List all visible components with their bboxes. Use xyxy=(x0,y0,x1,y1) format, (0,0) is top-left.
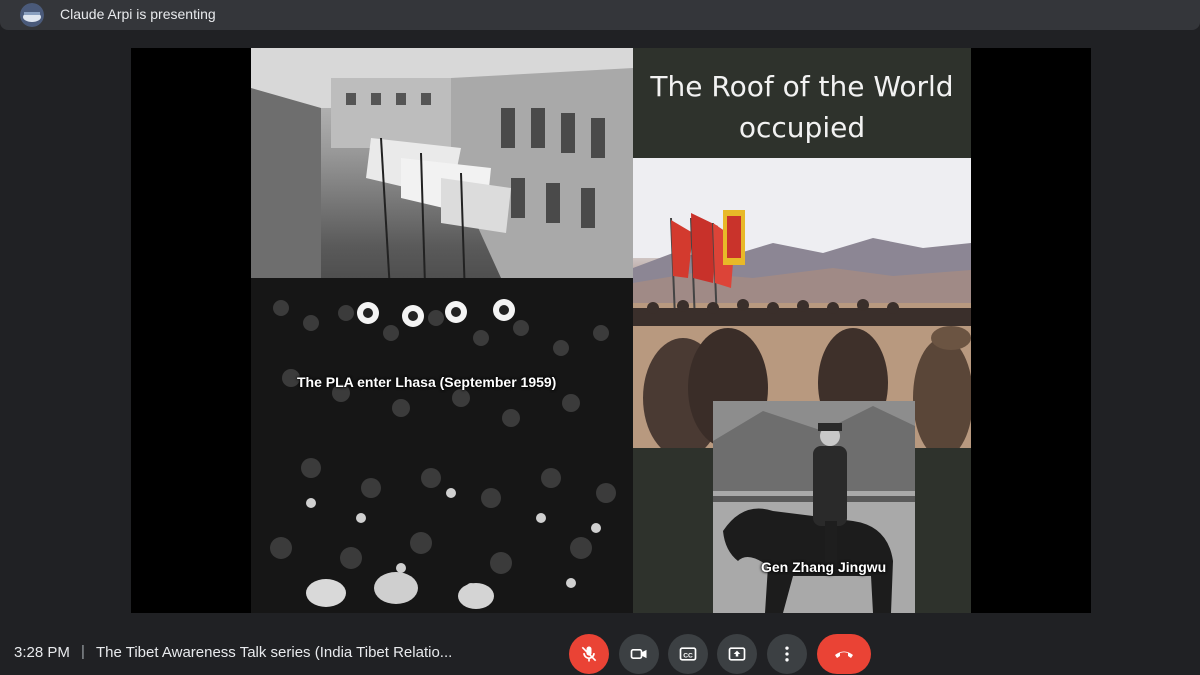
cc-icon: CC xyxy=(679,647,697,661)
separator: | xyxy=(81,643,85,660)
present-now-button[interactable] xyxy=(717,634,757,674)
general-on-horse-photo: Gen Zhang Jingwu xyxy=(713,401,915,613)
shared-screen: The PLA enter Lhasa (September 1959) The… xyxy=(131,48,1091,613)
call-end-icon xyxy=(835,651,853,658)
slide-right-panel: The Roof of the World occupied Gen Zhang… xyxy=(633,48,971,613)
meeting-title: The Tibet Awareness Talk series (India T… xyxy=(96,644,453,661)
leave-call-button[interactable] xyxy=(817,634,871,674)
presenting-label: Claude Arpi is presenting xyxy=(60,6,216,22)
videocam-icon xyxy=(630,649,647,659)
meeting-bottom-bar: 3:28 PM | The Tibet Awareness Talk serie… xyxy=(0,625,1200,675)
photo-caption-right: Gen Zhang Jingwu xyxy=(761,559,887,575)
pla-procession-photo: The PLA enter Lhasa (September 1959) xyxy=(251,48,633,613)
photo-caption-left: The PLA enter Lhasa (September 1959) xyxy=(297,374,557,390)
presenter-bar: Claude Arpi is presenting xyxy=(0,0,1200,30)
microphone-toggle-button[interactable] xyxy=(569,634,609,674)
camera-toggle-button[interactable] xyxy=(619,634,659,674)
more-options-button[interactable] xyxy=(767,634,807,674)
captions-button[interactable]: CC xyxy=(668,634,708,674)
presenter-avatar xyxy=(20,3,44,27)
slide-title: The Roof of the World occupied xyxy=(650,70,954,144)
present-to-all-icon xyxy=(728,647,746,661)
mic-off-icon xyxy=(581,646,597,662)
more-vert-icon xyxy=(785,646,789,662)
svg-text:CC: CC xyxy=(683,652,693,659)
clock: 3:28 PM xyxy=(14,644,70,661)
